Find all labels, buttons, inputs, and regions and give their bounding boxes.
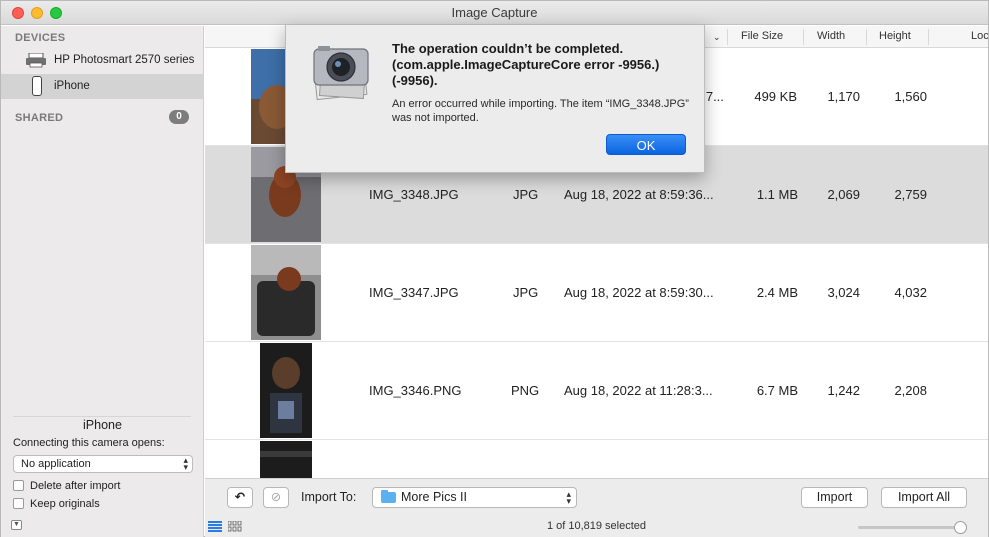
file-kind: JPG bbox=[513, 285, 539, 300]
file-size: 499 KB bbox=[754, 89, 797, 104]
file-name: IMG_3347.JPG bbox=[369, 285, 459, 300]
column-separator bbox=[928, 29, 929, 45]
shared-count-badge: 0 bbox=[169, 110, 189, 124]
error-alert-dialog: The operation couldn’t be completed. (co… bbox=[285, 25, 705, 173]
file-kind: JPG bbox=[513, 187, 539, 202]
folder-icon bbox=[381, 490, 396, 503]
no-entry-icon: ⊘ bbox=[270, 490, 282, 504]
device-name: iPhone bbox=[83, 418, 122, 432]
table-row[interactable] bbox=[205, 440, 988, 478]
window-title: Image Capture bbox=[451, 5, 538, 20]
rotate-left-icon: ↶ bbox=[234, 490, 246, 504]
alert-title: The operation couldn’t be completed. (co… bbox=[392, 41, 660, 88]
file-date: Aug 18, 2022 at 8:59:36... bbox=[564, 187, 714, 202]
file-name: IMG_3348.JPG bbox=[369, 187, 459, 202]
photo-thumbnail bbox=[251, 245, 321, 340]
file-width: 2,069 bbox=[827, 187, 860, 202]
file-height: 1,560 bbox=[894, 89, 927, 104]
sidebar-item-printer[interactable]: HP Photosmart 2570 series bbox=[1, 48, 204, 73]
column-height[interactable]: Height bbox=[879, 30, 911, 42]
import-button[interactable]: Import bbox=[801, 487, 868, 508]
slider-handle[interactable] bbox=[954, 521, 967, 534]
delete-button[interactable]: ⊘ bbox=[263, 487, 289, 508]
column-separator bbox=[866, 29, 867, 45]
file-name: IMG_3346.PNG bbox=[369, 383, 462, 398]
file-height: 4,032 bbox=[894, 285, 927, 300]
delete-after-import-label: Delete after import bbox=[30, 480, 121, 492]
photo-thumbnail bbox=[260, 441, 312, 478]
updown-arrows-icon: ▴ ▾ bbox=[183, 455, 188, 472]
file-height: 2,759 bbox=[894, 187, 927, 202]
table-row[interactable]: IMG_3346.PNG PNG Aug 18, 2022 at 11:28:3… bbox=[205, 342, 988, 440]
divider bbox=[13, 416, 191, 417]
iphone-icon bbox=[32, 76, 42, 96]
keep-originals-checkbox[interactable] bbox=[13, 498, 24, 509]
column-location[interactable]: Loc bbox=[971, 30, 988, 42]
import-to-label: Import To: bbox=[301, 490, 357, 504]
bottom-toolbar: ↶ ⊘ Import To: More Pics II ▴ ▾ Import Im… bbox=[205, 478, 988, 537]
camera-opens-label: Connecting this camera opens: bbox=[13, 437, 165, 449]
file-size: 2.4 MB bbox=[756, 285, 798, 300]
table-row[interactable]: IMG_3347.JPG JPG Aug 18, 2022 at 8:59:30… bbox=[205, 244, 988, 342]
camera-opens-select[interactable]: No application ▴ ▾ bbox=[13, 455, 193, 473]
image-capture-app-icon bbox=[313, 46, 369, 101]
sidebar-item-label: iPhone bbox=[54, 80, 90, 92]
import-all-button[interactable]: Import All bbox=[881, 487, 967, 508]
devices-header: DEVICES bbox=[15, 32, 66, 44]
file-kind: PNG bbox=[511, 383, 540, 398]
file-date: Aug 18, 2022 at 11:28:3... bbox=[564, 383, 713, 398]
file-date: Aug 18, 2022 at 8:59:30... bbox=[564, 285, 714, 300]
sidebar-item-iphone[interactable]: iPhone bbox=[1, 74, 204, 99]
file-height: 2,208 bbox=[894, 383, 927, 398]
file-width: 3,024 bbox=[827, 285, 860, 300]
import-folder-value: More Pics II bbox=[401, 490, 467, 504]
keep-originals-label: Keep originals bbox=[30, 498, 100, 510]
delete-after-import-row[interactable]: Delete after import bbox=[13, 480, 120, 492]
column-width[interactable]: Width bbox=[817, 30, 845, 42]
import-folder-select[interactable]: More Pics II ▴ ▾ bbox=[372, 487, 577, 508]
thumbnail-size-slider[interactable] bbox=[858, 526, 963, 529]
sidebar-item-label: HP Photosmart 2570 series bbox=[54, 54, 195, 66]
image-capture-window: Image Capture DEVICES HP Photosmart 2570… bbox=[0, 0, 989, 537]
file-size: 1.1 MB bbox=[756, 187, 798, 202]
delete-after-import-checkbox[interactable] bbox=[13, 480, 24, 491]
column-separator bbox=[803, 29, 804, 45]
column-separator bbox=[727, 29, 728, 45]
ok-button[interactable]: OK bbox=[606, 134, 686, 155]
photo-thumbnail bbox=[260, 343, 312, 438]
title-bar: Image Capture bbox=[1, 1, 988, 25]
file-size: 6.7 MB bbox=[756, 383, 798, 398]
file-width: 1,170 bbox=[827, 89, 860, 104]
column-file-size[interactable]: File Size bbox=[741, 30, 783, 42]
toggle-device-settings-icon[interactable]: ▼ bbox=[11, 520, 22, 530]
keep-originals-row[interactable]: Keep originals bbox=[13, 498, 100, 510]
updown-arrows-icon: ▴ ▾ bbox=[566, 489, 571, 506]
alert-message: An error occurred while importing. The i… bbox=[392, 98, 689, 124]
rotate-left-button[interactable]: ↶ bbox=[227, 487, 253, 508]
sort-chevron-icon[interactable]: ⌄ bbox=[713, 32, 721, 43]
printer-icon bbox=[26, 53, 46, 68]
camera-opens-value: No application bbox=[21, 458, 91, 470]
sidebar: DEVICES HP Photosmart 2570 series iPhone… bbox=[1, 26, 204, 537]
shared-header: SHARED bbox=[15, 112, 64, 124]
file-width: 1,242 bbox=[827, 383, 860, 398]
